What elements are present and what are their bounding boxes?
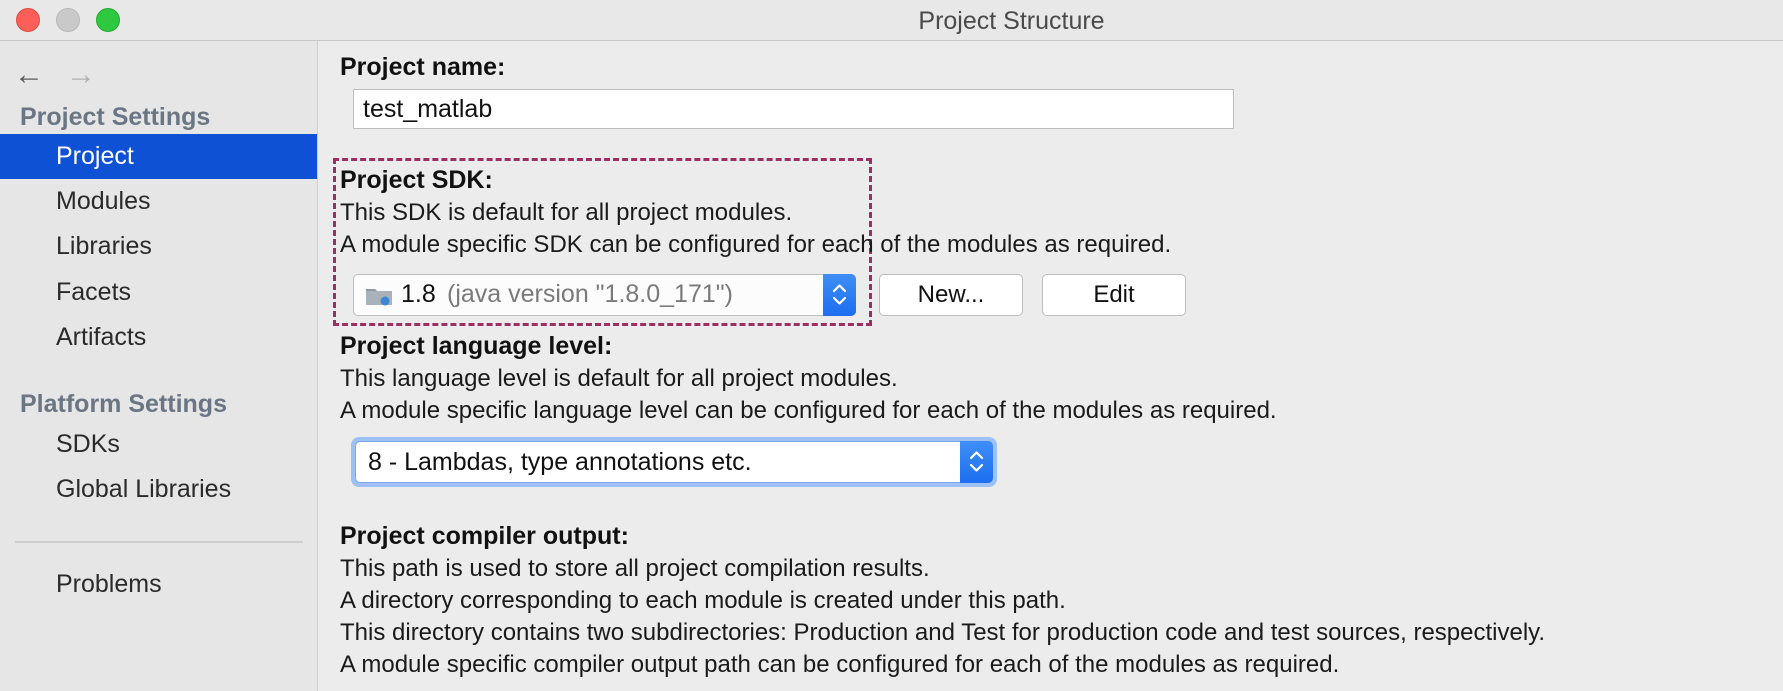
language-level-select[interactable]: 8 - Lambdas, type annotations etc. bbox=[351, 437, 997, 487]
sdk-description-line2: A module specific SDK can be configured … bbox=[340, 231, 1172, 258]
main-panel: Project name: test_matlab Project SDK: T… bbox=[319, 41, 1783, 691]
sdk-stepper-chevrons-icon[interactable] bbox=[823, 274, 856, 316]
sidebar-item-artifacts[interactable]: Artifacts bbox=[0, 315, 317, 360]
compiler-output-description-line1: This path is used to store all project c… bbox=[340, 555, 930, 582]
sdk-version-text: 1.8 bbox=[401, 280, 436, 308]
sidebar-item-facets[interactable]: Facets bbox=[0, 270, 317, 315]
compiler-output-description-line3: This directory contains two subdirectori… bbox=[340, 619, 1546, 646]
language-level-description-line1: This language level is default for all p… bbox=[340, 365, 898, 392]
project-name-input[interactable]: test_matlab bbox=[353, 89, 1234, 129]
sidebar-item-problems[interactable]: Problems bbox=[0, 562, 317, 607]
folder-icon bbox=[366, 289, 392, 306]
language-level-stepper-chevrons-icon[interactable] bbox=[960, 441, 993, 483]
sidebar-item-sdks[interactable]: SDKs bbox=[0, 422, 317, 467]
compiler-output-description-line4: A module specific compiler output path c… bbox=[340, 651, 1340, 678]
project-sdk-label: Project SDK: bbox=[340, 166, 493, 194]
section-header-platform-settings: Platform Settings bbox=[20, 390, 227, 418]
sdk-select[interactable]: 1.8 (java version "1.8.0_171") bbox=[353, 274, 856, 316]
sidebar-item-modules[interactable]: Modules bbox=[0, 179, 317, 224]
project-name-label: Project name: bbox=[340, 53, 506, 81]
language-level-select-field[interactable]: 8 - Lambdas, type annotations etc. bbox=[355, 441, 993, 483]
sidebar: ← → Project Settings Project Modules Lib… bbox=[0, 41, 318, 691]
sidebar-item-global-libraries[interactable]: Global Libraries bbox=[0, 467, 317, 512]
sidebar-item-libraries[interactable]: Libraries bbox=[0, 224, 317, 269]
forward-arrow-icon[interactable]: → bbox=[66, 55, 96, 95]
compiler-output-label: Project compiler output: bbox=[340, 522, 629, 550]
section-header-project-settings: Project Settings bbox=[20, 103, 211, 131]
window-title: Project Structure bbox=[918, 7, 1105, 35]
edit-sdk-button[interactable]: Edit bbox=[1042, 274, 1186, 316]
compiler-output-description-line2: A directory corresponding to each module… bbox=[340, 587, 1066, 614]
title-bar: Project Structure bbox=[0, 0, 1783, 41]
sdk-version-detail: (java version "1.8.0_171") bbox=[447, 280, 733, 308]
back-arrow-icon[interactable]: ← bbox=[14, 55, 44, 95]
language-level-value: 8 - Lambdas, type annotations etc. bbox=[368, 448, 752, 476]
language-level-description-line2: A module specific language level can be … bbox=[340, 397, 1277, 424]
new-sdk-button[interactable]: New... bbox=[879, 274, 1023, 316]
language-level-label: Project language level: bbox=[340, 332, 613, 360]
sdk-description-line1: This SDK is default for all project modu… bbox=[340, 199, 793, 226]
sidebar-item-project[interactable]: Project bbox=[0, 134, 317, 179]
sidebar-divider bbox=[15, 541, 303, 543]
